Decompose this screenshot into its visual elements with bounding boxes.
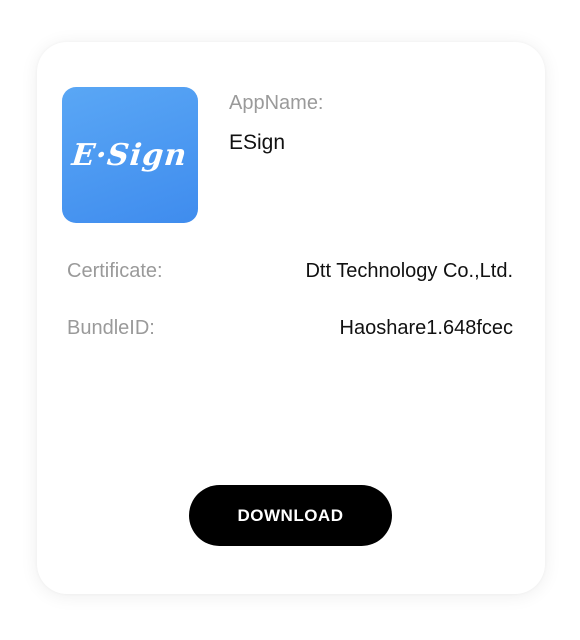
download-button[interactable]: DOWNLOAD xyxy=(189,485,392,546)
appname-label: AppName: xyxy=(229,92,324,114)
bundle-id-row: BundleID: Haoshare1.648fcec xyxy=(67,317,513,340)
bundle-id-label: BundleID: xyxy=(67,317,155,339)
app-icon-text: E·Sign xyxy=(70,137,190,173)
certificate-row: Certificate: Dtt Technology Co.,Ltd. xyxy=(67,260,513,283)
certificate-label: Certificate: xyxy=(67,260,163,282)
certificate-value: Dtt Technology Co.,Ltd. xyxy=(305,260,513,282)
app-info-card: E·Sign AppName: ESign Certificate: Dtt T… xyxy=(37,42,545,594)
appname-value: ESign xyxy=(229,131,286,154)
esign-app-icon: E·Sign xyxy=(62,87,198,223)
bundle-id-value: Haoshare1.648fcec xyxy=(339,317,513,339)
